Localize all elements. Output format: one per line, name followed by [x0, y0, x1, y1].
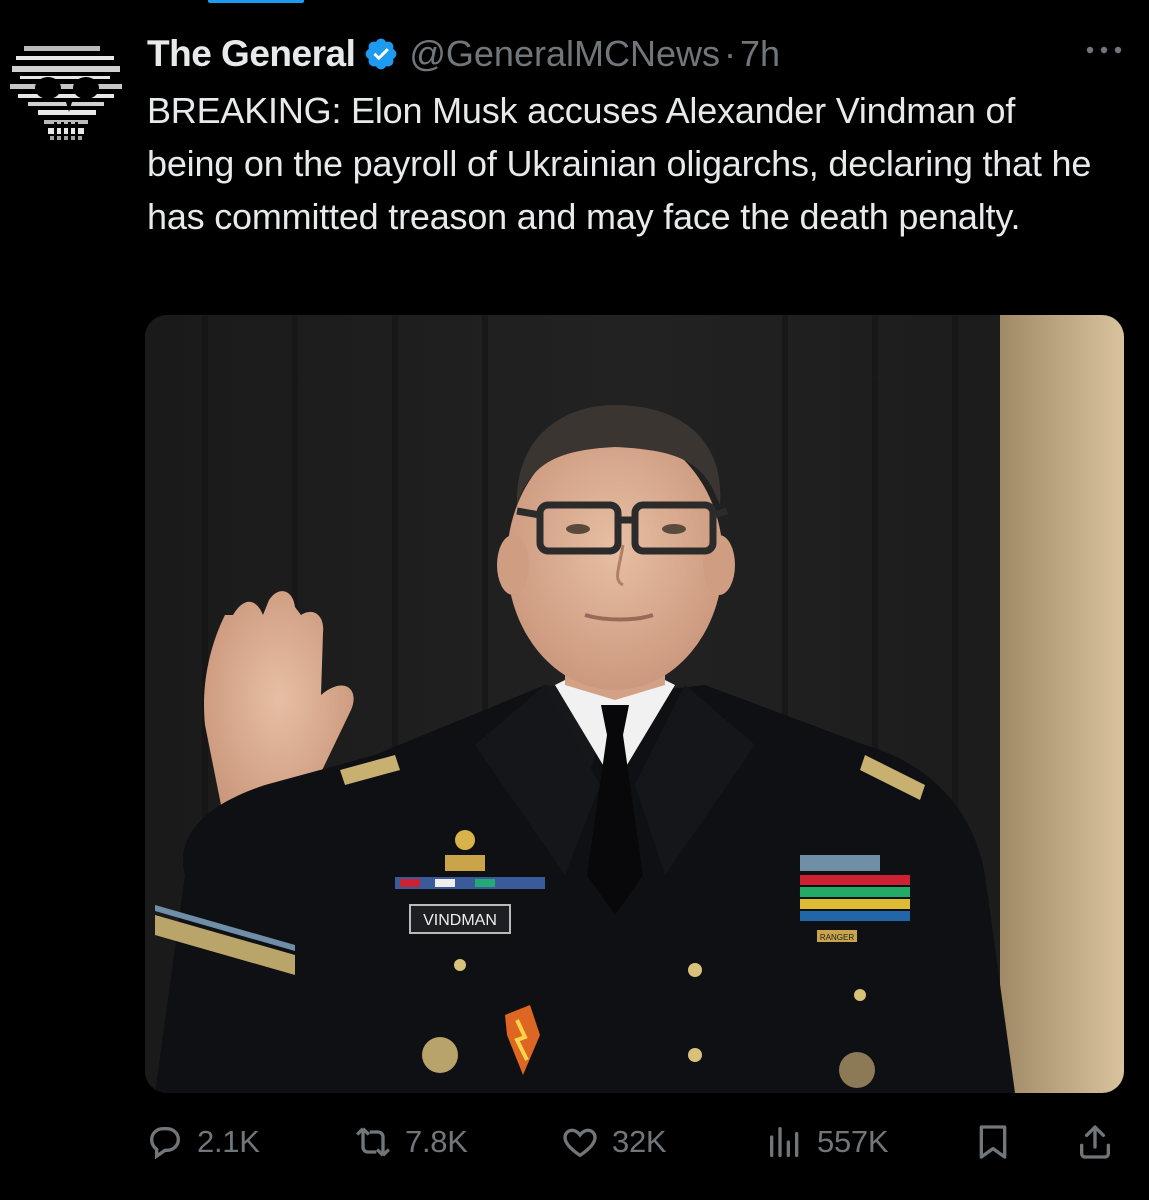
officer-photo: VINDMAN RANGER — [145, 315, 1124, 1093]
skull-logo-icon — [8, 36, 128, 148]
repost-icon — [355, 1127, 391, 1157]
separator-dot: · — [723, 33, 736, 74]
avatar[interactable] — [8, 36, 128, 148]
name-tag-text: VINDMAN — [423, 912, 497, 929]
views-icon — [770, 1127, 799, 1157]
ranger-tab-text: RANGER — [820, 933, 854, 942]
share-button[interactable] — [1075, 1112, 1127, 1172]
like-count: 32K — [612, 1124, 667, 1159]
repost-button[interactable]: 7.8K — [353, 1112, 468, 1172]
tweet-actions: 2.1K 7.8K 32K 557K — [145, 1112, 1125, 1172]
user-handle[interactable]: @GeneralMCNews — [409, 33, 720, 75]
tweet-image[interactable]: VINDMAN RANGER — [145, 315, 1124, 1093]
reply-count: 2.1K — [197, 1124, 260, 1159]
tweet-header: The General @GeneralMCNews · 7h — [147, 28, 780, 80]
bookmark-button[interactable] — [973, 1112, 1025, 1172]
views-count: 557K — [817, 1124, 889, 1159]
more-options-icon[interactable] — [1084, 40, 1124, 60]
tab-indicator — [208, 0, 304, 3]
repost-count: 7.8K — [405, 1124, 468, 1159]
reply-button[interactable]: 2.1K — [145, 1112, 260, 1172]
verified-badge-icon — [365, 38, 397, 70]
views-button[interactable]: 557K — [765, 1112, 889, 1172]
timestamp[interactable]: 7h — [740, 33, 780, 75]
share-icon — [1080, 1125, 1110, 1159]
like-button[interactable]: 32K — [560, 1112, 667, 1172]
tweet-text: BREAKING: Elon Musk accuses Alexander Vi… — [147, 90, 1092, 237]
display-name[interactable]: The General — [147, 33, 356, 75]
reply-icon — [149, 1127, 181, 1160]
bookmark-icon — [979, 1125, 1007, 1159]
heart-icon — [563, 1128, 597, 1158]
